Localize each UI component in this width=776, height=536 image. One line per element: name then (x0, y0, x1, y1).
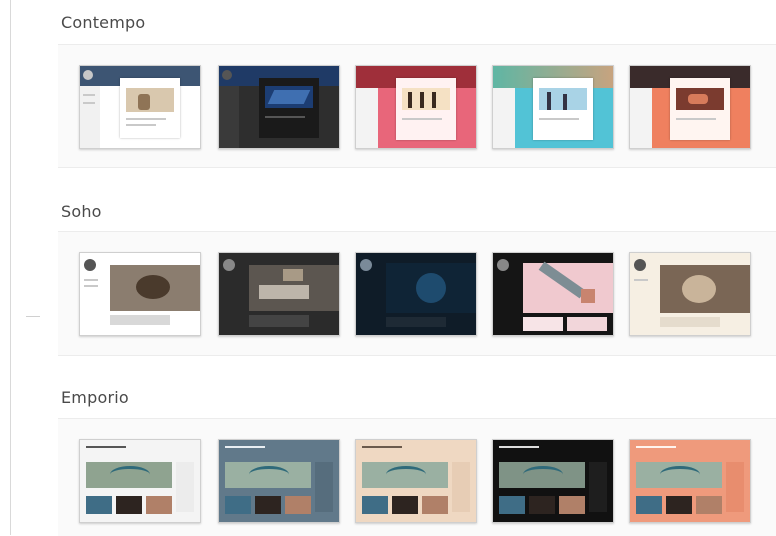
theme-thumbnail-emporio-light[interactable] (79, 439, 201, 523)
theme-thumbnail-soho-dark[interactable] (218, 252, 340, 336)
section-title-contempo: Contempo (61, 13, 146, 32)
left-divider (10, 0, 11, 535)
section-title-soho: Soho (61, 202, 102, 221)
theme-thumbnail-emporio-slate[interactable] (218, 439, 340, 523)
theme-thumbnail-emporio-salmon[interactable] (629, 439, 751, 523)
theme-thumbnail-contempo-light[interactable] (79, 65, 201, 149)
theme-thumbnail-emporio-dark[interactable] (492, 439, 614, 523)
theme-strip-contempo (58, 44, 776, 168)
theme-thumbnail-contempo-aqua[interactable] (492, 65, 614, 149)
theme-thumbnail-contempo-dark[interactable] (218, 65, 340, 149)
theme-thumbnail-soho-light[interactable] (79, 252, 201, 336)
theme-thumbnail-soho-midnight[interactable] (355, 252, 477, 336)
theme-thumbnail-contempo-rose[interactable] (355, 65, 477, 149)
theme-thumbnail-contempo-coral[interactable] (629, 65, 751, 149)
divider-tick (26, 316, 40, 317)
section-title-emporio: Emporio (61, 388, 129, 407)
theme-strip-emporio (58, 418, 776, 536)
theme-thumbnail-emporio-peach[interactable] (355, 439, 477, 523)
theme-thumbnail-soho-dark-pink[interactable] (492, 252, 614, 336)
theme-strip-soho (58, 231, 776, 356)
theme-thumbnail-soho-cream[interactable] (629, 252, 751, 336)
